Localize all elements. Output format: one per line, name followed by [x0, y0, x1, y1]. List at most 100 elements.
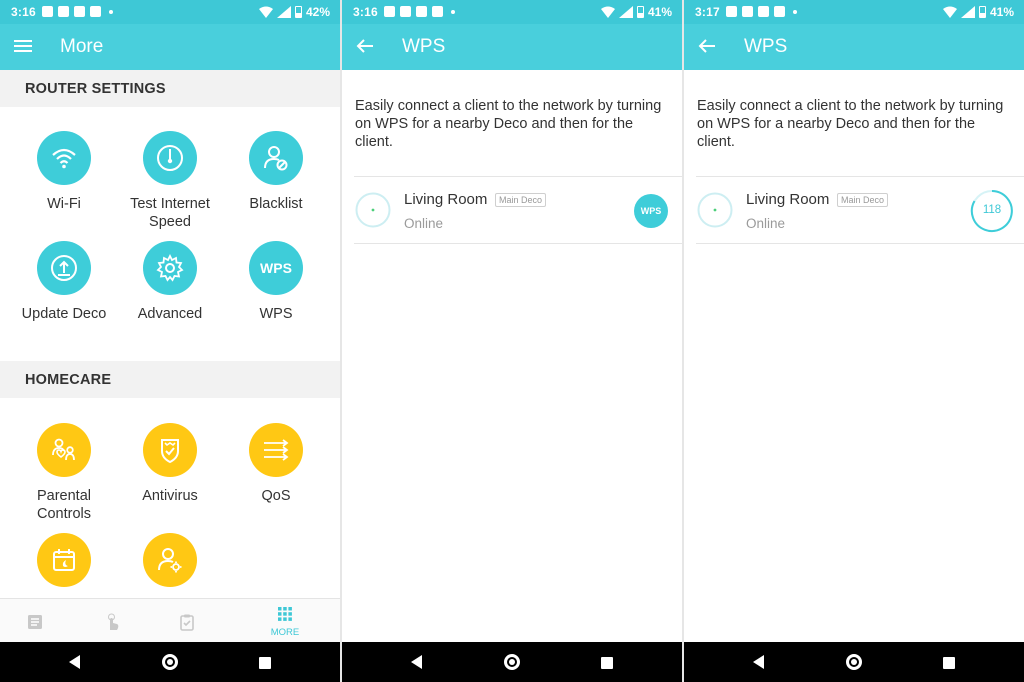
- system-back-icon[interactable]: [753, 655, 764, 669]
- system-navigation: [684, 642, 1024, 682]
- owner-tile[interactable]: [115, 533, 225, 587]
- divider-line: [354, 176, 682, 177]
- wps-description: Easily connect a client to the network b…: [697, 98, 1004, 150]
- image-notification-icon: [726, 6, 737, 17]
- clipboard-check-icon: [180, 614, 194, 631]
- advanced-tile[interactable]: Advanced: [115, 241, 225, 323]
- schedule-tile[interactable]: [9, 533, 119, 587]
- system-recents-icon[interactable]: [601, 657, 613, 669]
- system-home-icon[interactable]: [162, 654, 178, 670]
- page-title: WPS: [402, 36, 446, 57]
- divider-line: [696, 243, 1024, 244]
- list-icon: [28, 615, 42, 629]
- router-settings-heading: ROUTER SETTINGS: [0, 70, 340, 107]
- device-status: Online: [404, 216, 444, 231]
- nav-reports[interactable]: [157, 599, 217, 643]
- hand-tap-icon: [108, 613, 119, 630]
- qos-label: QoS: [261, 488, 291, 504]
- user-gear-icon: [158, 548, 182, 573]
- family-icon: [52, 438, 75, 461]
- wps-countdown: 118: [982, 204, 1002, 216]
- deco-device-icon: [355, 192, 391, 228]
- status-time: 3:16: [11, 5, 36, 19]
- cell-signal-icon: [618, 6, 633, 18]
- device-name: Living Room: [404, 191, 488, 208]
- youtube-notification-icon: [758, 6, 769, 17]
- youtube-notification-icon: [432, 6, 443, 17]
- wifi-tile[interactable]: Wi-Fi: [9, 131, 119, 213]
- status-bar: 3:16 42%: [0, 0, 340, 24]
- system-home-icon[interactable]: [504, 654, 520, 670]
- nav-overview[interactable]: [5, 599, 65, 643]
- speed-test-label: Test Internet Speed: [130, 196, 210, 230]
- parental-controls-label: Parental Controls: [36, 488, 91, 522]
- back-arrow-icon[interactable]: [698, 38, 716, 54]
- upload-icon: [51, 255, 77, 281]
- user-blocked-icon: [264, 146, 288, 171]
- system-back-icon[interactable]: [411, 655, 422, 669]
- wps-button[interactable]: WPS: [634, 194, 668, 228]
- status-bar: 3:17 41%: [684, 0, 1024, 24]
- more-screen: 3:16 42% More ROUTER SETTINGS Wi-Fi Test: [0, 0, 340, 682]
- deco-device-icon: [697, 192, 733, 228]
- shield-icon: [161, 439, 179, 464]
- antivirus-label: Antivirus: [142, 488, 198, 504]
- system-back-icon[interactable]: [69, 655, 80, 669]
- gmail-notification-icon: [58, 6, 69, 17]
- bottom-navigation: MORE: [0, 598, 340, 642]
- wifi-status-icon: [942, 6, 957, 18]
- wifi-label: Wi-Fi: [47, 196, 81, 212]
- advanced-label: Advanced: [137, 306, 203, 322]
- update-deco-label: Update Deco: [21, 306, 107, 322]
- wps-description: Easily connect a client to the network b…: [355, 98, 662, 150]
- battery-icon: [294, 6, 302, 18]
- nav-clients[interactable]: [82, 599, 142, 643]
- battery-level: 41%: [647, 5, 672, 19]
- youtube-notification-icon: [416, 6, 427, 17]
- blacklist-tile[interactable]: Blacklist: [221, 131, 331, 213]
- page-title: WPS: [744, 36, 788, 57]
- system-navigation: [0, 642, 340, 682]
- notification-icons: [384, 6, 455, 17]
- page-title: More: [60, 36, 104, 57]
- status-time: 3:16: [353, 5, 378, 19]
- menu-icon[interactable]: [14, 38, 32, 54]
- more-notifications-icon: [451, 9, 455, 14]
- status-time: 3:17: [695, 5, 720, 19]
- battery-icon: [978, 6, 986, 18]
- wps-tile[interactable]: WPS WPS: [221, 241, 331, 323]
- gmail-notification-icon: [400, 6, 411, 17]
- notification-icons: [726, 6, 797, 17]
- app-bar: WPS: [684, 24, 1024, 70]
- qos-tile[interactable]: QoS: [221, 423, 331, 505]
- nav-more-label: MORE: [270, 627, 300, 638]
- main-deco-badge: Main Deco: [495, 193, 547, 207]
- youtube-notification-icon: [74, 6, 85, 17]
- speed-test-tile[interactable]: Test Internet Speed: [115, 131, 225, 231]
- nav-more[interactable]: MORE: [255, 599, 315, 643]
- system-home-icon[interactable]: [846, 654, 862, 670]
- parental-controls-tile[interactable]: Parental Controls: [9, 423, 119, 523]
- cell-signal-icon: [276, 6, 291, 18]
- gmail-notification-icon: [742, 6, 753, 17]
- divider-line: [696, 176, 1024, 177]
- device-name: Living Room: [746, 191, 830, 208]
- cell-signal-icon: [960, 6, 975, 18]
- update-deco-tile[interactable]: Update Deco: [9, 241, 119, 323]
- device-status: Online: [746, 216, 786, 231]
- wps-icon: WPS: [260, 260, 292, 276]
- homecare-heading: HOMECARE: [0, 361, 340, 398]
- back-arrow-icon[interactable]: [356, 38, 374, 54]
- system-recents-icon[interactable]: [943, 657, 955, 669]
- wps-label: WPS: [259, 306, 293, 322]
- status-bar: 3:16 41%: [342, 0, 682, 24]
- app-bar: More: [0, 24, 340, 70]
- youtube-notification-icon: [90, 6, 101, 17]
- battery-icon: [636, 6, 644, 18]
- wifi-status-icon: [600, 6, 615, 18]
- system-recents-icon[interactable]: [259, 657, 271, 669]
- grid-icon: [278, 607, 292, 621]
- wifi-icon: [52, 148, 76, 169]
- battery-level: 42%: [305, 5, 330, 19]
- antivirus-tile[interactable]: Antivirus: [115, 423, 225, 505]
